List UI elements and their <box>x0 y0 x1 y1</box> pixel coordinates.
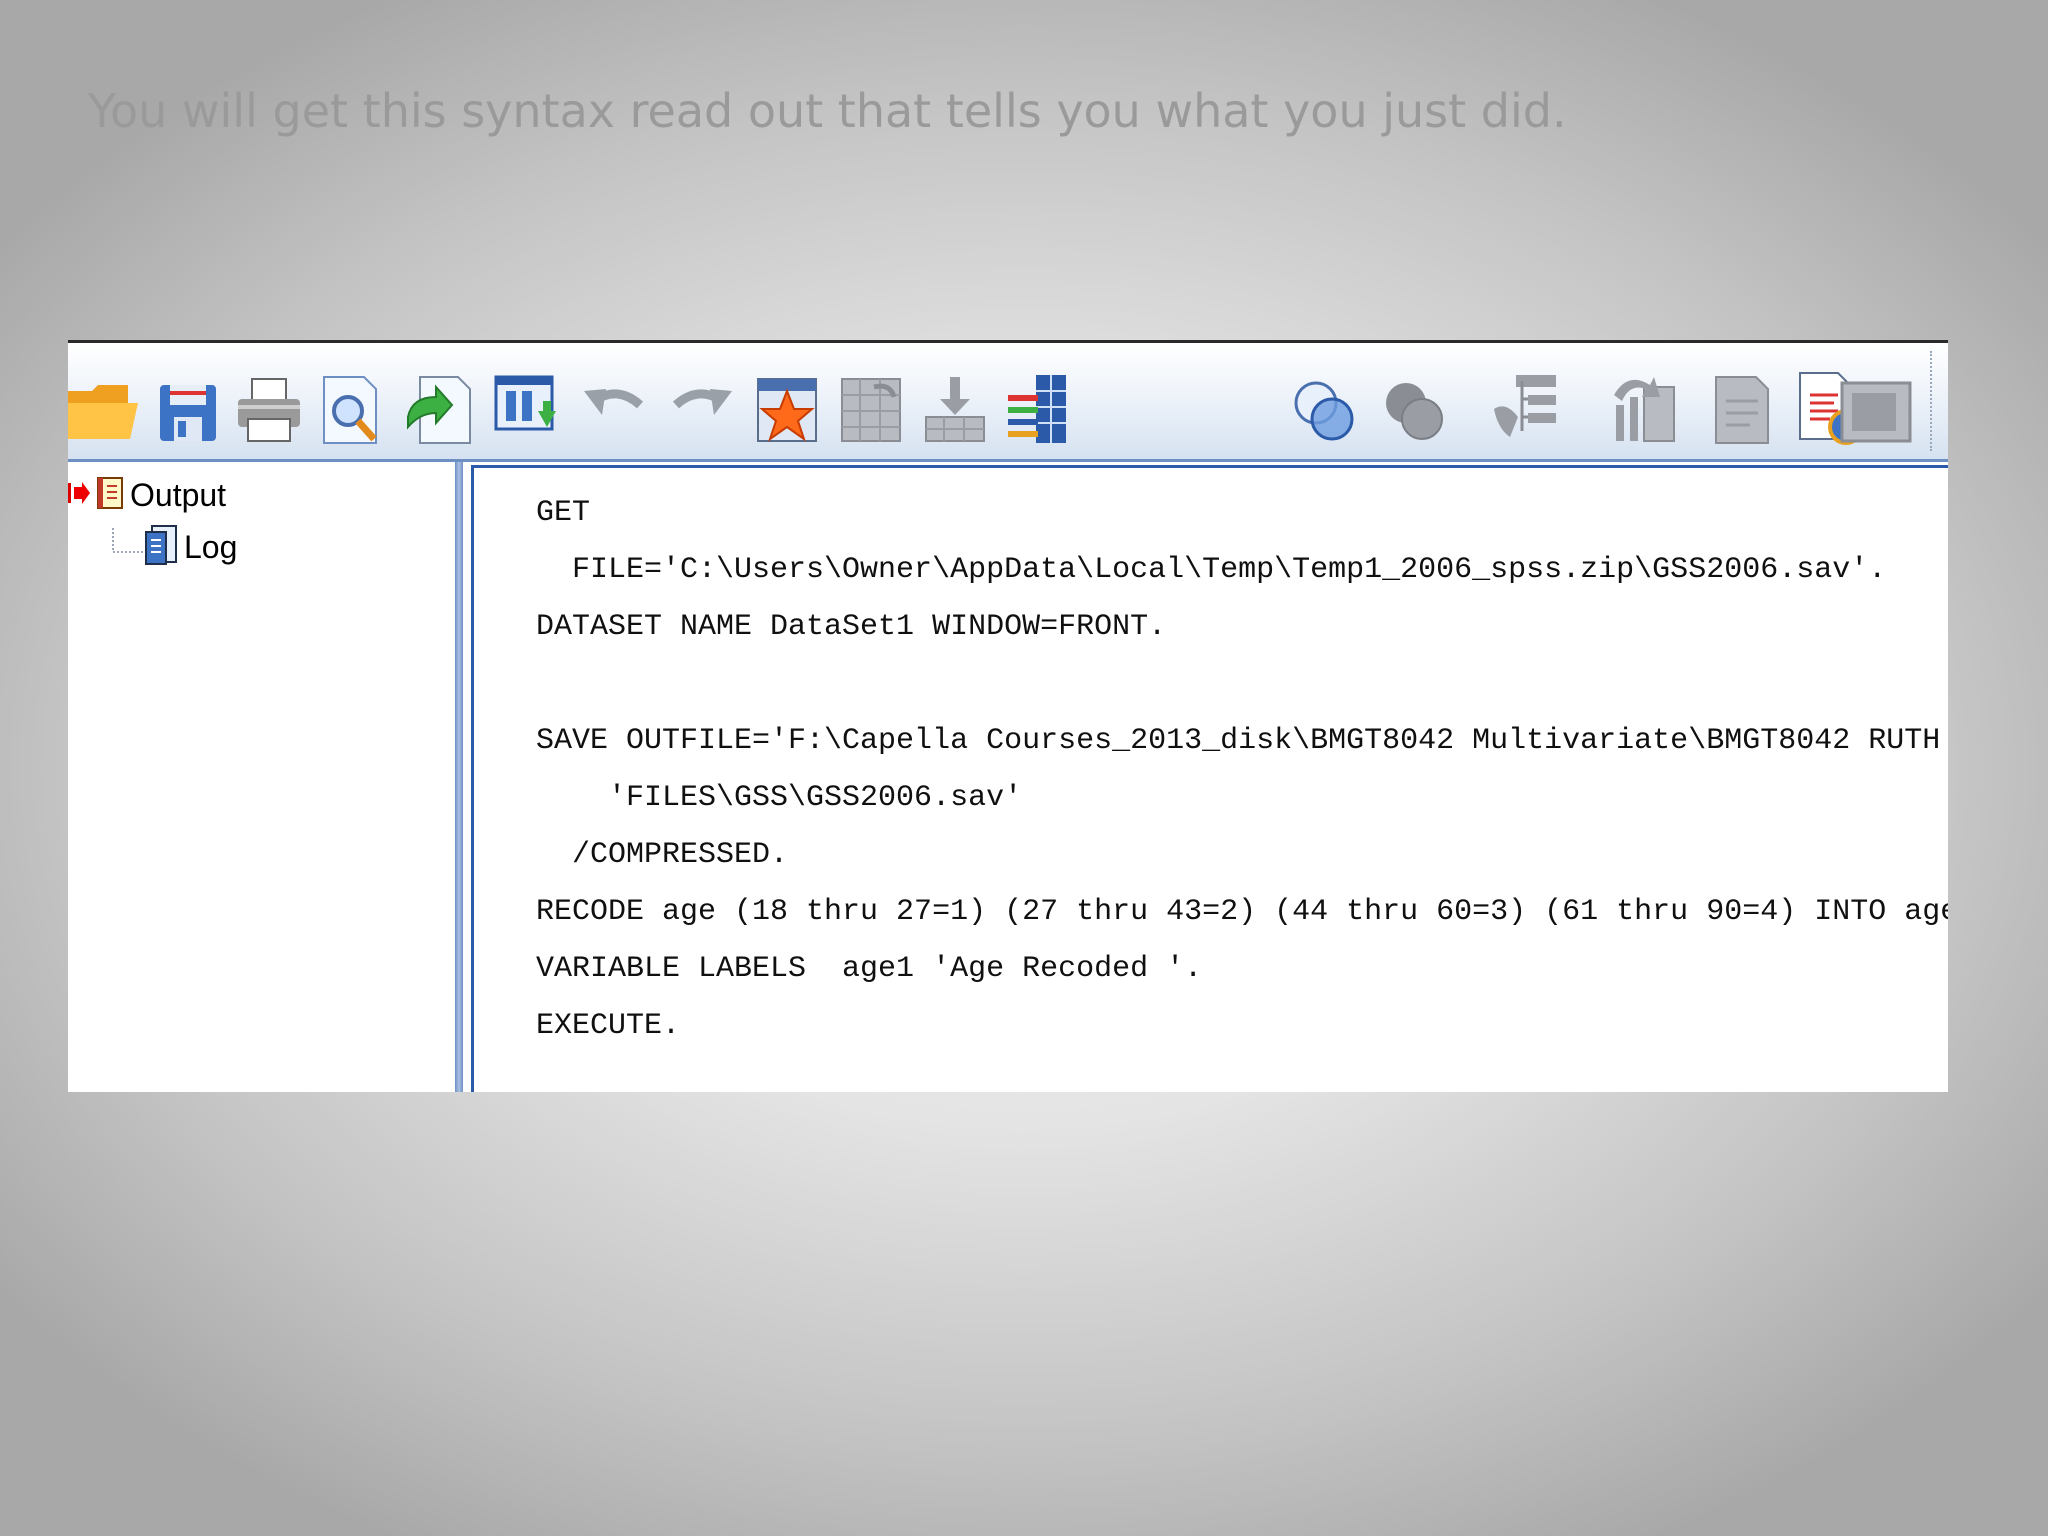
show-all-variables-icon[interactable] <box>1378 361 1452 445</box>
syntax-line: DATASET NAME DataSet1 WINDOW=FRONT. <box>536 610 1167 644</box>
go-to-data-icon[interactable] <box>750 361 824 445</box>
syntax-line: EXECUTE. <box>536 1009 681 1043</box>
hide-item-icon[interactable] <box>1838 361 1912 445</box>
save-icon[interactable] <box>150 361 224 445</box>
syntax-line: SAVE OUTFILE='F:\Capella Courses_2013_di… <box>536 724 1948 758</box>
page-number: 12 <box>1890 1448 1926 1481</box>
log-icon <box>144 524 178 571</box>
pane-splitter[interactable] <box>455 462 463 1092</box>
syntax-line: RECODE age (18 thru 27=1) (27 thru 43=2)… <box>536 895 1948 929</box>
designate-window-icon[interactable] <box>1488 361 1562 445</box>
syntax-line: VARIABLE LABELS age1 'Age Recoded '. <box>536 952 1203 986</box>
demote-icon[interactable] <box>1704 361 1778 445</box>
variables-icon[interactable] <box>1002 361 1076 445</box>
go-to-variable-icon[interactable] <box>918 361 992 445</box>
open-icon[interactable] <box>68 361 142 445</box>
redo-icon[interactable] <box>664 361 738 445</box>
syntax-line: 'FILES\GSS\GSS2006.sav' <box>536 781 1023 815</box>
current-item-arrow-icon <box>68 479 90 512</box>
toolbar-grip[interactable] <box>1930 351 1938 451</box>
export-icon[interactable] <box>402 361 476 445</box>
output-book-icon <box>96 476 124 515</box>
tree-item-log[interactable]: Log <box>110 524 237 571</box>
print-preview-icon[interactable] <box>314 361 388 445</box>
promote-icon[interactable] <box>1604 361 1678 445</box>
toolbar <box>68 340 1948 462</box>
tree-item-output[interactable]: Output <box>68 476 226 515</box>
log-content-pane: GET FILE='C:\Users\Owner\AppData\Local\T… <box>471 465 1948 1092</box>
outline-pane: Output Log <box>68 462 456 1092</box>
slide-title: You will get this syntax read out that t… <box>88 84 1567 138</box>
tree-label-log: Log <box>184 529 238 565</box>
recall-dialog-icon[interactable] <box>488 361 562 445</box>
tree-label-output: Output <box>130 477 227 513</box>
syntax-line: FILE='C:\Users\Owner\AppData\Local\Temp\… <box>536 553 1887 587</box>
print-icon[interactable] <box>232 361 306 445</box>
syntax-line: GET <box>536 496 591 530</box>
use-sets-icon[interactable] <box>1288 361 1362 445</box>
undo-icon[interactable] <box>578 361 652 445</box>
syntax-line: /COMPRESSED. <box>536 838 789 872</box>
go-to-case-icon[interactable] <box>834 361 908 445</box>
tree-connector <box>110 528 144 567</box>
spss-output-viewer-screenshot: Output Log GET FILE='C:\Users\Owner\AppD… <box>68 340 1948 1092</box>
